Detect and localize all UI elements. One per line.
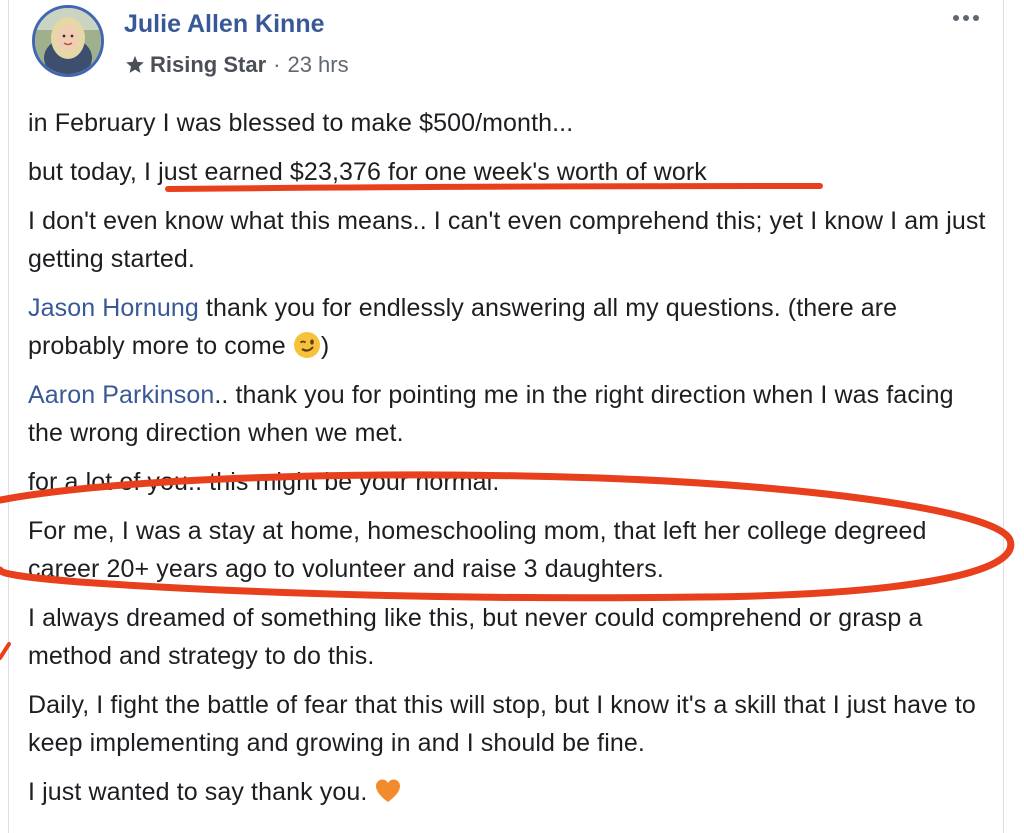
post-paragraph: Aaron Parkinson.. thank you for pointing… [28, 376, 988, 452]
highlighted-earnings-text: I just earned $23,376 for one week's wor… [144, 158, 707, 186]
post-paragraph: I just wanted to say thank you. [28, 773, 988, 811]
post-timestamp[interactable]: 23 hrs [287, 52, 348, 78]
winking-face-emoji [293, 332, 320, 358]
post-meta: Rising Star · 23 hrs [124, 52, 349, 78]
mention-link[interactable]: Jason Hornung [28, 294, 199, 322]
meta-separator: · [273, 52, 281, 77]
post-paragraph: I always dreamed of something like this,… [28, 604, 923, 670]
mention-link[interactable]: Aaron Parkinson [28, 381, 214, 409]
paragraph-text: ) [320, 332, 330, 360]
author-avatar[interactable] [32, 5, 104, 77]
post-paragraph: I don't even know what this means.. I ca… [28, 207, 986, 273]
more-options-icon[interactable] [946, 8, 986, 28]
post-paragraph: for a lot of you.. this might be your no… [28, 468, 500, 496]
post-paragraph: in February I was blessed to make $500/m… [28, 109, 574, 137]
post-body: in February I was blessed to make $500/m… [28, 104, 988, 822]
post-paragraph: but today, I just earned $23,376 for one… [28, 153, 988, 191]
paragraph-text: but today, [28, 158, 144, 186]
post-paragraph: For me, I was a stay at home, homeschool… [28, 517, 927, 583]
post-paragraph: Daily, I fight the battle of fear that t… [28, 691, 976, 757]
star-badge-icon [126, 55, 144, 73]
orange-heart-emoji [376, 779, 401, 802]
author-name[interactable]: Julie Allen Kinne [124, 10, 325, 39]
badge-label[interactable]: Rising Star [150, 52, 266, 78]
paragraph-text: I just wanted to say thank you. [28, 778, 375, 806]
post-paragraph: Jason Hornung thank you for endlessly an… [28, 289, 988, 365]
avatar-photo [35, 8, 101, 74]
